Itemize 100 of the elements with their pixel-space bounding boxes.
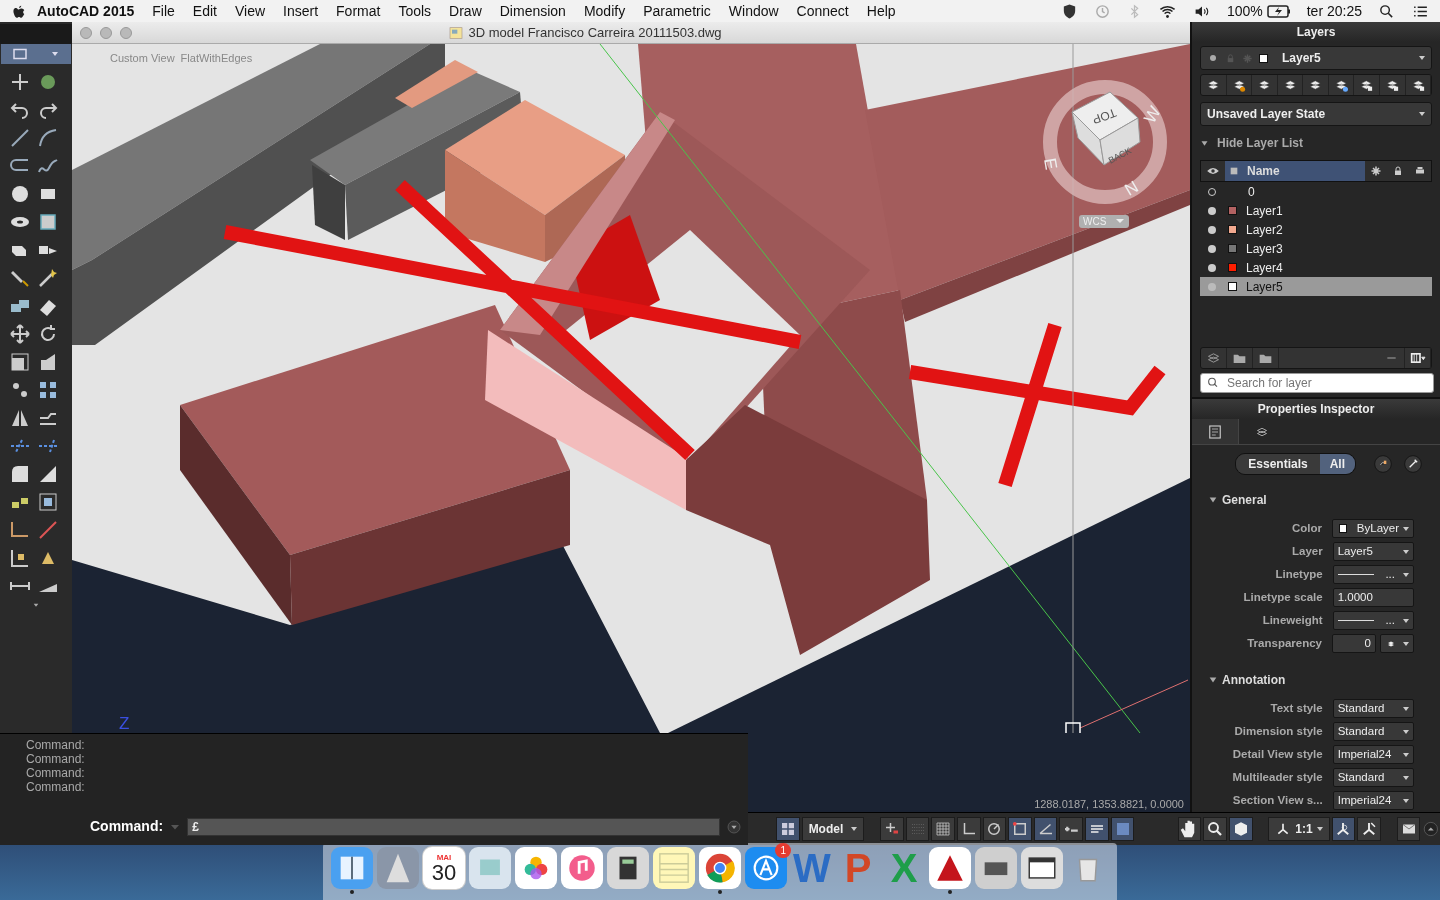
name-column-header[interactable]: Name xyxy=(1225,161,1365,181)
menu-item[interactable]: View xyxy=(225,0,275,22)
current-layer-dropdown[interactable]: Layer5 xyxy=(1200,46,1432,70)
transparency-dropdown[interactable] xyxy=(1380,634,1414,653)
menu-item[interactable]: Insert xyxy=(274,0,328,22)
section-title[interactable]: General xyxy=(1222,491,1267,509)
disclosure-icon[interactable] xyxy=(1200,138,1209,148)
disclosure-icon[interactable] xyxy=(1208,675,1218,685)
layer-search-field[interactable]: Search for layer xyxy=(1200,373,1434,394)
command-history-line: Command: xyxy=(26,752,86,766)
filter-toggle[interactable]: Essentials xyxy=(1236,454,1320,474)
menu-item[interactable]: Connect xyxy=(787,0,858,22)
status-toggle[interactable] xyxy=(1059,817,1084,841)
layer-state-name: Unsaved Layer State xyxy=(1207,106,1326,123)
property-value: Imperial24 xyxy=(1337,792,1392,808)
app-name-menu[interactable]: AutoCAD 2015 xyxy=(28,0,144,22)
filter-toggle[interactable]: All xyxy=(1319,454,1355,474)
status-toggle[interactable] xyxy=(1331,817,1356,841)
status-toggle[interactable] xyxy=(1357,817,1381,841)
group-icon[interactable] xyxy=(36,490,60,514)
menu-item[interactable]: Dimension xyxy=(490,0,575,22)
property-dropdown[interactable]: Imperial24 xyxy=(1332,745,1414,764)
property-dropdown[interactable]: Standard xyxy=(1332,768,1414,787)
eyedropper-icon[interactable] xyxy=(1402,454,1424,474)
layer-color-swatch[interactable] xyxy=(1228,225,1237,234)
menu-item[interactable]: Tools xyxy=(389,0,441,22)
menu-item[interactable]: File xyxy=(143,0,184,22)
layer-row[interactable]: Layer1 xyxy=(1200,201,1432,220)
viewcube-ring[interactable] xyxy=(1043,80,1167,204)
status-toggle[interactable] xyxy=(956,817,981,841)
status-toggle[interactable] xyxy=(880,817,904,841)
menu-item[interactable]: Window xyxy=(719,0,788,22)
fullscreen-button[interactable] xyxy=(1396,817,1421,841)
status-toggle[interactable] xyxy=(982,817,1007,841)
notepad-icon xyxy=(657,851,691,885)
status-toggle[interactable] xyxy=(1085,817,1109,841)
layer-state-dropdown[interactable]: Unsaved Layer State xyxy=(1200,102,1432,126)
dock-item[interactable] xyxy=(929,847,971,894)
status-toggle[interactable] xyxy=(1228,817,1253,841)
status-toggle[interactable] xyxy=(905,817,930,841)
layout-grid-button[interactable] xyxy=(776,817,800,841)
layer-color-swatch[interactable] xyxy=(1228,206,1237,215)
hide-layer-list-toggle[interactable]: Hide Layer List xyxy=(1217,134,1304,152)
line-value: ... xyxy=(1385,566,1395,582)
ucs-icon[interactable] xyxy=(1065,722,1081,733)
status-toggle[interactable] xyxy=(1008,817,1032,841)
property-dropdown[interactable]: ... xyxy=(1332,611,1414,630)
model-tab-button[interactable]: Model xyxy=(801,817,865,841)
command-input[interactable]: £ xyxy=(187,817,720,836)
layer-visibility-dot[interactable] xyxy=(1208,206,1216,215)
menu-item[interactable]: Parametric xyxy=(634,0,720,22)
viewcube-drawing[interactable] xyxy=(1071,91,1141,166)
battery-icon[interactable] xyxy=(1266,3,1291,19)
menu-item[interactable]: Draw xyxy=(440,0,491,22)
section-title[interactable]: Annotation xyxy=(1222,671,1286,689)
property-dropdown[interactable]: Layer5 xyxy=(1332,542,1414,561)
status-toggle[interactable] xyxy=(1203,817,1227,841)
layer-color-swatch[interactable] xyxy=(1228,263,1237,272)
app-letter: P xyxy=(844,848,872,888)
layer-row[interactable]: Layer3 xyxy=(1200,239,1432,258)
status-toggle[interactable] xyxy=(1177,817,1202,841)
quick-select-icon[interactable] xyxy=(1372,454,1394,474)
layer-row[interactable]: 0 xyxy=(1200,182,1432,201)
transparency-field[interactable]: 0 xyxy=(1332,634,1376,653)
inspector-tab[interactable] xyxy=(1192,419,1239,444)
move-icon[interactable] xyxy=(8,322,32,346)
menu-item[interactable]: Modify xyxy=(574,0,635,22)
layer-color-swatch[interactable] xyxy=(1228,282,1237,291)
layer-color-swatch[interactable] xyxy=(1228,244,1237,253)
viewport-selector[interactable] xyxy=(1,44,71,64)
layer-visibility-dot[interactable] xyxy=(1208,225,1216,234)
options-icon[interactable] xyxy=(726,818,742,835)
layer-row[interactable]: Layer5 xyxy=(1200,277,1432,296)
menu-item[interactable]: Help xyxy=(857,0,905,22)
disclosure-icon[interactable] xyxy=(1208,495,1218,505)
menu-clock[interactable]: ter 20:25 xyxy=(1306,0,1362,22)
property-label: Layer xyxy=(1291,543,1323,559)
current-layer-name: Layer5 xyxy=(1282,50,1321,67)
viewcube-top-label[interactable]: TOP xyxy=(1090,105,1119,127)
property-dropdown[interactable]: ByLayer xyxy=(1332,519,1414,538)
layer-row[interactable]: Layer2 xyxy=(1200,220,1432,239)
status-toggle[interactable] xyxy=(931,817,955,841)
expand-icon[interactable] xyxy=(1422,820,1440,838)
menu-item[interactable]: Edit xyxy=(183,0,226,22)
layer-visibility-dot[interactable] xyxy=(1208,282,1216,291)
annotation-scale-button[interactable]: 1:1 xyxy=(1268,817,1330,841)
status-toggle[interactable] xyxy=(1033,817,1058,841)
property-dropdown[interactable]: Imperial24 xyxy=(1332,791,1414,810)
layer-visibility-dot[interactable] xyxy=(1208,263,1216,272)
property-dropdown[interactable]: ... xyxy=(1332,565,1414,584)
property-value: Standard xyxy=(1337,700,1385,716)
search-icon[interactable] xyxy=(1378,2,1395,20)
property-dropdown[interactable]: Standard xyxy=(1332,722,1414,741)
layer-row[interactable]: Layer4 xyxy=(1200,258,1432,277)
property-field[interactable]: 1.0000 xyxy=(1332,588,1414,607)
layer-visibility-dot[interactable] xyxy=(1208,244,1216,253)
menu-item[interactable]: Format xyxy=(327,0,390,22)
scale-icon[interactable] xyxy=(8,350,32,374)
property-dropdown[interactable]: Standard xyxy=(1332,699,1414,718)
status-toggle[interactable] xyxy=(1110,817,1135,841)
